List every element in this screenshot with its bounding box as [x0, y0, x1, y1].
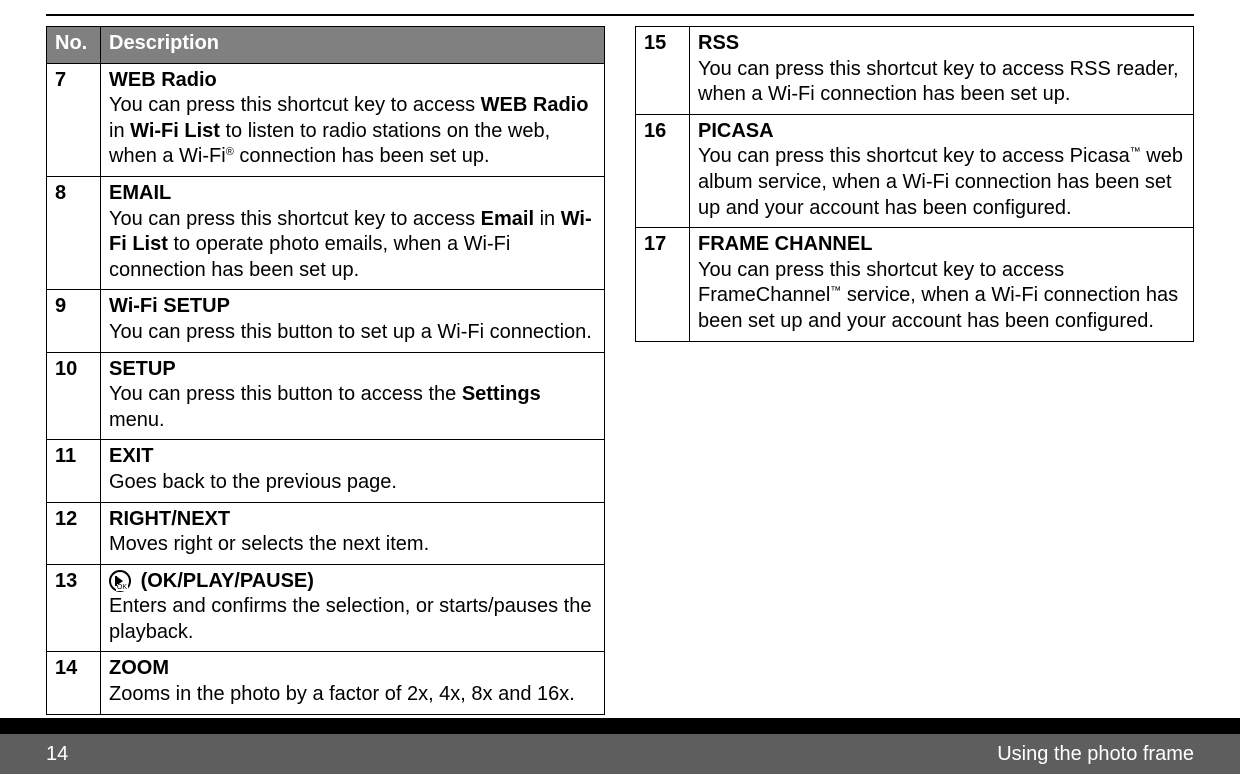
row-number: 10 — [47, 352, 101, 440]
page-number: 14 — [46, 743, 68, 766]
row-description: PICASAYou can press this shortcut key to… — [690, 114, 1194, 227]
page-body: No. Description 7WEB RadioYou can press … — [0, 0, 1240, 718]
row-body: You can press this button to access the … — [109, 382, 596, 433]
right-table: 15 RSS You can press this shortcut key to … — [635, 26, 1194, 342]
row-body: Goes back to the previous page. — [109, 470, 596, 496]
row-description: SETUPYou can press this button to access… — [101, 352, 605, 440]
row-number: 12 — [47, 502, 101, 564]
table-row: 10SETUPYou can press this button to acce… — [47, 352, 605, 440]
row-body: You can press this button to set up a Wi… — [109, 320, 596, 346]
row-title: EMAIL — [109, 182, 171, 204]
row-number: 17 — [636, 228, 690, 341]
col-header-desc: Description — [101, 27, 605, 64]
table-row: 17 FRAME CHANNEL You can press this shortc… — [636, 228, 1194, 341]
row-title: (OK/PLAY/PAUSE) — [141, 570, 314, 592]
table-row: 9 Wi-Fi SETUP You can press this button to… — [47, 290, 605, 352]
row-body: Zooms in the photo by a factor of 2x, 4x… — [109, 682, 596, 708]
row-title: SETUP — [109, 358, 176, 380]
top-rule — [46, 14, 1194, 16]
table-row: 8 EMAIL You can press this shortcut key to… — [47, 176, 605, 289]
row-body: Moves right or selects the next item. — [109, 532, 596, 558]
row-title: EXIT — [109, 445, 153, 467]
row-title: WEB Radio — [109, 69, 217, 91]
table-row: 13OK (OK/PLAY/PAUSE)Enters and confirms … — [47, 564, 605, 652]
row-description: ZOOM Zooms in the photo by a factor of 2x… — [101, 652, 605, 714]
table-row: 12RIGHT/NEXTMoves right or selects the n… — [47, 502, 605, 564]
row-title: ZOOM — [109, 657, 169, 679]
columns: No. Description 7WEB RadioYou can press … — [46, 26, 1194, 715]
row-description: EXIT Goes back to the previous page. — [101, 440, 605, 502]
row-description: EMAIL You can press this shortcut key to … — [101, 176, 605, 289]
row-description: OK (OK/PLAY/PAUSE)Enters and confirms th… — [101, 564, 605, 652]
left-table: No. Description 7WEB RadioYou can press … — [46, 26, 605, 715]
row-description: Wi-Fi SETUP You can press this button to … — [101, 290, 605, 352]
row-description: WEB RadioYou can press this shortcut key… — [101, 63, 605, 176]
row-title: RSS — [698, 32, 739, 54]
table-row: 15 RSS You can press this shortcut key to … — [636, 27, 1194, 115]
table-row: 14 ZOOM Zooms in the photo by a factor of … — [47, 652, 605, 714]
row-number: 9 — [47, 290, 101, 352]
row-body: You can press this shortcut key to acces… — [109, 207, 596, 284]
row-body: Enters and confirms the selection, or st… — [109, 594, 596, 645]
row-number: 8 — [47, 176, 101, 289]
row-number: 13 — [47, 564, 101, 652]
row-body: You can press this shortcut key to acces… — [698, 57, 1185, 108]
left-column: No. Description 7WEB RadioYou can press … — [46, 26, 605, 715]
row-description: RIGHT/NEXTMoves right or selects the nex… — [101, 502, 605, 564]
row-body: You can press this shortcut key to acces… — [698, 258, 1185, 335]
row-description: RSS You can press this shortcut key to ac… — [690, 27, 1194, 115]
footer-bar: 14 Using the photo frame — [0, 734, 1240, 774]
row-description: FRAME CHANNEL You can press this shortcut… — [690, 228, 1194, 341]
row-title: FRAME CHANNEL — [698, 233, 872, 255]
ok-play-pause-icon: OK — [109, 570, 131, 592]
row-number: 14 — [47, 652, 101, 714]
row-number: 16 — [636, 114, 690, 227]
right-column: 15 RSS You can press this shortcut key to … — [635, 26, 1194, 715]
row-number: 7 — [47, 63, 101, 176]
table-row: 16PICASAYou can press this shortcut key … — [636, 114, 1194, 227]
col-header-no: No. — [47, 27, 101, 64]
row-title: PICASA — [698, 120, 774, 142]
row-title: Wi-Fi SETUP — [109, 295, 230, 317]
row-number: 11 — [47, 440, 101, 502]
section-title: Using the photo frame — [997, 743, 1194, 766]
row-number: 15 — [636, 27, 690, 115]
row-body: You can press this shortcut key to acces… — [109, 93, 596, 170]
row-title: RIGHT/NEXT — [109, 508, 230, 530]
table-row: 11 EXIT Goes back to the previous page. — [47, 440, 605, 502]
table-row: 7WEB RadioYou can press this shortcut ke… — [47, 63, 605, 176]
row-body: You can press this shortcut key to acces… — [698, 144, 1185, 221]
